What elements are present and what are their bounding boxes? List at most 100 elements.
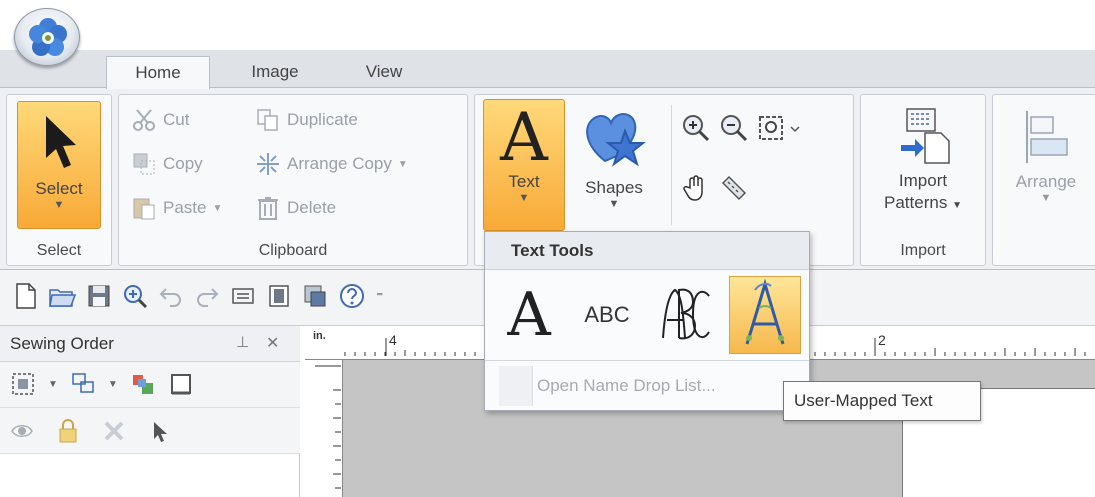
arrange-copy-icon (257, 153, 279, 175)
duplicate-button[interactable]: Duplicate (255, 107, 358, 133)
select-frame-dropdown-icon[interactable]: ▼ (48, 379, 58, 390)
design-page-icon[interactable] (266, 283, 292, 309)
cut-button[interactable]: Cut (131, 107, 189, 133)
group-objects-icon[interactable] (70, 371, 96, 397)
group-objects-dropdown-icon[interactable]: ▼ (108, 379, 118, 390)
copy-button[interactable]: Copy (131, 151, 203, 177)
select-frame-icon[interactable] (10, 371, 36, 397)
text-tools-dropdown: Text Tools A ABC Open Name Drop List... (484, 231, 810, 411)
import-patterns-icon (901, 108, 950, 164)
select-dropdown-arrow-icon: ▼ (53, 199, 65, 211)
copy-label: Copy (163, 154, 203, 173)
select-group: Select ▼ Select (6, 94, 112, 266)
user-mapped-text-button[interactable] (729, 276, 801, 354)
flower-logo-icon (29, 18, 67, 56)
text-tools-separator (485, 360, 809, 361)
ruler-mark-4: 4 (389, 332, 397, 348)
sewing-order-toolbar-1: ▼ ▼ (0, 362, 300, 408)
small-text-tool-button[interactable]: ABC (571, 276, 643, 354)
zoom-out-icon[interactable] (719, 113, 749, 143)
visibility-eye-icon[interactable] (10, 419, 34, 443)
save-disk-icon[interactable] (86, 283, 112, 309)
paste-button[interactable]: Paste ▼ (131, 195, 222, 221)
application-menu-button[interactable] (14, 8, 80, 66)
arrange-copy-dropdown-arrow-icon: ▼ (397, 158, 408, 170)
delete-button[interactable]: Delete (255, 195, 336, 221)
arrange-button-label: Arrange (1015, 172, 1077, 191)
view-tools (681, 173, 749, 203)
arrange-copy-label: Arrange Copy (287, 154, 392, 173)
import-patterns-label-line1: Import (898, 171, 948, 190)
pin-panel-icon[interactable]: ⊥ (236, 333, 249, 351)
import-patterns-button[interactable]: Import Patterns ▼ (867, 99, 979, 231)
serif-a-icon: A (507, 280, 551, 350)
duplicate-icon (257, 109, 278, 131)
zoom-qat-icon[interactable] (122, 283, 148, 309)
lock-icon[interactable] (56, 418, 80, 444)
color-order-icon[interactable] (130, 371, 156, 397)
trash-icon (258, 197, 278, 220)
delete-cross-icon[interactable] (102, 419, 126, 443)
shapes-button[interactable]: Shapes ▼ (573, 99, 655, 231)
copy-icon (133, 153, 155, 175)
zoom-tools (681, 113, 801, 143)
user-mapped-text-tooltip: User-Mapped Text (783, 381, 981, 421)
delete-label: Delete (287, 198, 337, 217)
left-ruler (305, 360, 343, 497)
arrow-pointer-icon (46, 116, 76, 168)
arrange-copy-button[interactable]: Arrange Copy ▼ (255, 151, 408, 177)
open-name-drop-list-item[interactable]: Open Name Drop List... (485, 364, 809, 408)
properties-icon[interactable] (302, 283, 328, 309)
tab-image[interactable]: Image (230, 56, 320, 89)
pointer-icon[interactable] (148, 419, 170, 443)
sewing-order-panel: Sewing Order ⊥ ✕ ▼ ▼ (0, 326, 300, 497)
text-dropdown-arrow-icon: ▼ (518, 192, 530, 204)
select-group-label: Select (36, 242, 82, 259)
text-tool-button[interactable]: A (493, 276, 565, 354)
paste-dropdown-arrow-icon: ▼ (212, 202, 223, 214)
zoom-to-fit-icon[interactable] (757, 113, 801, 143)
sewing-order-toolbar-2 (0, 408, 300, 454)
close-panel-icon[interactable]: ✕ (266, 333, 279, 353)
create-group-divider (671, 105, 672, 225)
open-folder-icon[interactable] (48, 282, 76, 310)
arrange-group: Arrange ▼ (992, 94, 1095, 266)
hand-pan-icon[interactable] (681, 173, 711, 203)
arrange-dropdown-arrow-icon: ▼ (1040, 192, 1052, 204)
frame-view-icon[interactable] (168, 371, 194, 397)
display-settings-icon[interactable] (230, 283, 256, 309)
clipboard-group: Cut Copy Paste ▼ Duplicate Arrange Copy … (118, 94, 468, 266)
clipboard-paste-icon (133, 198, 155, 220)
select-button-label: Select (35, 179, 83, 198)
duplicate-label: Duplicate (287, 110, 358, 129)
import-group: Import Patterns ▼ Import (860, 94, 986, 266)
monogram-tool-button[interactable] (649, 276, 721, 354)
new-file-icon[interactable] (14, 282, 38, 310)
tab-view[interactable]: View (342, 56, 426, 89)
cut-label: Cut (163, 110, 190, 129)
select-button[interactable]: Select ▼ (17, 101, 101, 229)
undo-icon[interactable] (158, 283, 184, 309)
import-group-label: Import (900, 242, 946, 259)
text-button-label: Text (508, 172, 540, 191)
import-patterns-dropdown-arrow-icon: ▼ (952, 200, 962, 211)
abc-text-label: ABC (584, 302, 630, 327)
import-patterns-label-line2: Patterns ▼ (884, 193, 962, 212)
paste-label: Paste (163, 198, 207, 217)
arrange-align-icon (1026, 111, 1068, 163)
clipboard-group-label: Clipboard (258, 242, 328, 259)
text-button[interactable]: A Text ▼ (483, 99, 565, 231)
measure-ruler-icon[interactable] (719, 173, 749, 203)
customize-qat-icon[interactable]: ⁼ (376, 288, 383, 305)
arrange-button[interactable]: Arrange ▼ (999, 99, 1093, 231)
shapes-button-label: Shapes (585, 178, 643, 197)
left-ruler-ticks (315, 365, 341, 489)
heart-star-shapes-icon (586, 113, 646, 167)
sewing-order-header: Sewing Order ⊥ ✕ (0, 326, 300, 362)
zoom-in-icon[interactable] (681, 113, 711, 143)
monogram-icon (662, 288, 710, 340)
tab-home[interactable]: Home (106, 56, 210, 89)
redo-icon[interactable] (194, 283, 220, 309)
help-icon[interactable] (338, 282, 366, 310)
letter-a-icon: A (500, 99, 548, 176)
